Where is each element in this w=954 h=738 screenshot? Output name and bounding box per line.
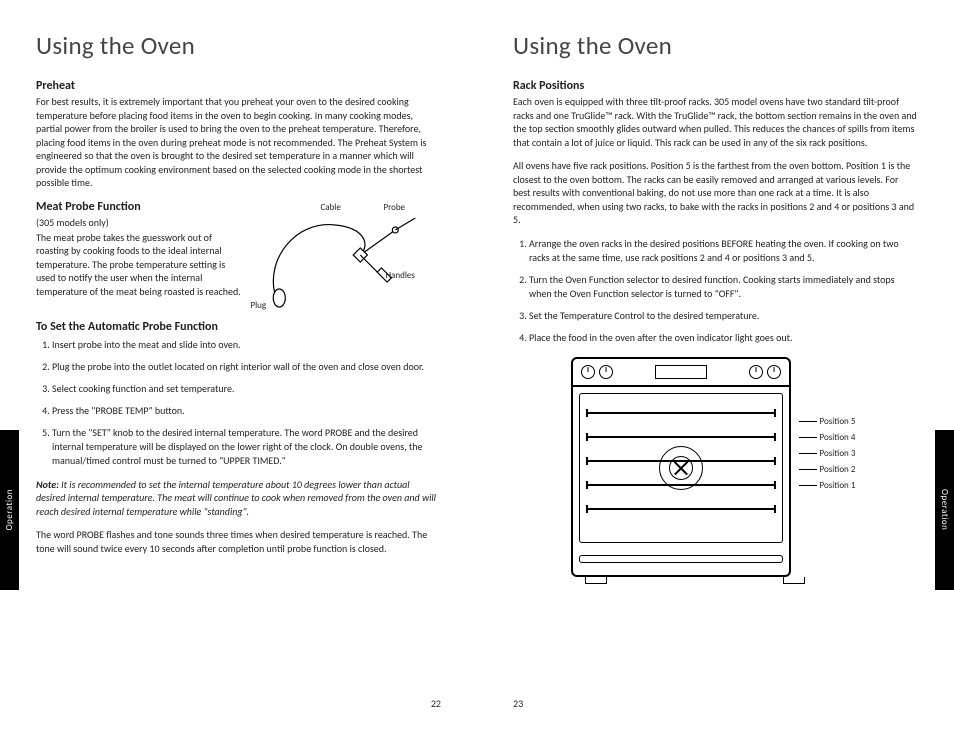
- rack-position-3: [586, 460, 776, 462]
- knob-icon: [767, 365, 781, 379]
- step-item: Set the Temperature Control to the desir…: [529, 309, 918, 323]
- page-22: Using the Oven Preheat For best results,…: [0, 0, 477, 738]
- heading-auto-probe: To Set the Automatic Probe Function: [36, 320, 276, 334]
- body-rack-p2: All ovens have five rack positions. Posi…: [513, 159, 918, 227]
- rack-position-4: [586, 436, 776, 438]
- rack-position-2: [586, 484, 776, 486]
- step-item: Plug the probe into the outlet located o…: [52, 360, 441, 374]
- label-position-3: Position 3: [799, 449, 856, 458]
- step-item: Place the food in the oven after the ove…: [529, 331, 918, 345]
- step-item: Arrange the oven racks in the desired po…: [529, 237, 918, 265]
- note-probe-temp: Note: It is recommended to set the inter…: [36, 478, 441, 519]
- label-plug: Plug: [250, 300, 266, 311]
- body-rack-p1: Each oven is equipped with three tilt-pr…: [513, 95, 918, 149]
- auto-probe-steps: Insert probe into the meat and slide int…: [36, 338, 441, 468]
- meat-probe-diagram: Cable Probe Handles Plug: [250, 200, 441, 320]
- label-cable: Cable: [320, 202, 340, 213]
- oven-door: [573, 549, 789, 575]
- oven-cavity: [579, 393, 783, 543]
- door-handle-icon: [579, 555, 783, 563]
- oven-foot-icon: [783, 577, 805, 584]
- step-item: Turn the Oven Function selector to desir…: [529, 273, 918, 301]
- page-number: 22: [431, 697, 441, 710]
- note-label: Note:: [36, 478, 59, 491]
- heading-meat-probe: Meat Probe Function: [36, 200, 242, 214]
- oven-control-panel: [573, 359, 789, 387]
- label-handles: Handles: [385, 270, 414, 281]
- page-23: Using the Oven Rack Positions Each oven …: [477, 0, 954, 738]
- knob-icon: [581, 365, 595, 379]
- display-icon: [655, 365, 707, 379]
- page-number: 23: [513, 697, 523, 710]
- body-probe-closing: The word PROBE flashes and tone sounds t…: [36, 528, 441, 555]
- rack-position-5: [586, 412, 776, 414]
- step-item: Insert probe into the meat and slide int…: [52, 338, 441, 352]
- label-position-4: Position 4: [799, 433, 856, 442]
- page-title: Using the Oven: [36, 30, 441, 61]
- rack-position-labels: Position 5 Position 4 Position 3 Positio…: [799, 417, 856, 497]
- note-body: It is recommended to set the internal te…: [36, 478, 436, 518]
- knob-icon: [749, 365, 763, 379]
- knob-icon: [599, 365, 613, 379]
- page-title: Using the Oven: [513, 30, 918, 61]
- body-preheat: For best results, it is extremely import…: [36, 95, 441, 190]
- heading-preheat: Preheat: [36, 79, 441, 93]
- oven-outline: [571, 357, 791, 577]
- body-meat-probe: The meat probe takes the guesswork out o…: [36, 231, 242, 299]
- probe-illustration: [250, 200, 441, 320]
- step-item: Turn the "SET" knob to the desired inter…: [52, 426, 441, 468]
- rack-position-1: [586, 508, 776, 510]
- subhead-305-only: (305 models only): [36, 216, 242, 229]
- label-position-1: Position 1: [799, 481, 856, 490]
- heading-rack-positions: Rack Positions: [513, 79, 918, 93]
- label-position-2: Position 2: [799, 465, 856, 474]
- oven-foot-icon: [585, 577, 607, 584]
- step-item: Select cooking function and set temperat…: [52, 382, 441, 396]
- label-position-5: Position 5: [799, 417, 856, 426]
- step-item: Press the "PROBE TEMP" button.: [52, 404, 441, 418]
- oven-diagram: Position 5 Position 4 Position 3 Positio…: [571, 357, 861, 585]
- label-probe: Probe: [383, 202, 405, 213]
- rack-steps: Arrange the oven racks in the desired po…: [513, 237, 918, 345]
